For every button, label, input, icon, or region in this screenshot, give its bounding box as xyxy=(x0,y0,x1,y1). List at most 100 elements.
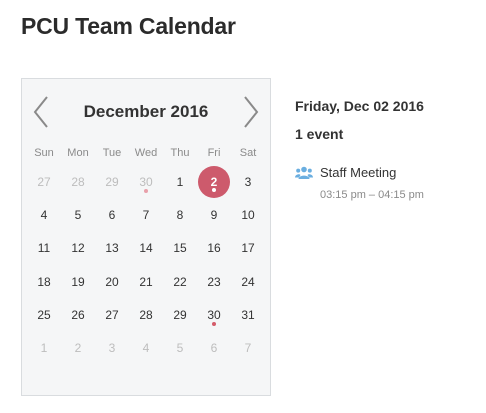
day-number: 3 xyxy=(244,174,252,189)
day-number: 28 xyxy=(139,307,153,322)
calendar-header: December 2016 xyxy=(22,79,270,143)
weekday-label: Mon xyxy=(67,147,89,159)
day-cell[interactable]: 1 xyxy=(27,331,61,364)
day-number: 10 xyxy=(241,207,255,222)
day-cell[interactable]: 17 xyxy=(231,232,265,265)
event-dot-icon xyxy=(212,322,216,327)
day-number: 29 xyxy=(105,174,119,189)
day-number: 12 xyxy=(71,241,85,256)
weekday-label: Sun xyxy=(34,147,54,159)
day-number: 26 xyxy=(71,307,85,322)
day-number: 24 xyxy=(241,274,255,289)
day-cell[interactable]: 11 xyxy=(27,232,61,265)
day-number: 18 xyxy=(37,274,51,289)
day-cell[interactable]: 21 xyxy=(129,265,163,298)
day-number: 6 xyxy=(108,207,116,222)
day-cell[interactable]: 10 xyxy=(231,198,265,231)
day-number: 29 xyxy=(173,307,187,322)
day-cell[interactable]: 3 xyxy=(95,331,129,364)
weekday-label: Tue xyxy=(102,147,122,159)
day-cell[interactable]: 14 xyxy=(129,232,163,265)
chevron-right-icon xyxy=(244,96,259,128)
day-cell[interactable]: 16 xyxy=(197,232,231,265)
day-number: 13 xyxy=(105,241,119,256)
day-cell[interactable]: 7 xyxy=(129,198,163,231)
day-number: 14 xyxy=(139,241,153,256)
day-cell[interactable]: 13 xyxy=(95,232,129,265)
day-cell[interactable]: 26 xyxy=(61,298,95,331)
day-number: 16 xyxy=(207,241,221,256)
day-number: 28 xyxy=(71,174,85,189)
day-cell[interactable]: 24 xyxy=(231,265,265,298)
day-cell[interactable]: 15 xyxy=(163,232,197,265)
day-number: 21 xyxy=(139,274,153,289)
day-number: 23 xyxy=(207,274,221,289)
day-number: 9 xyxy=(210,207,218,222)
day-cell[interactable]: 6 xyxy=(197,331,231,364)
day-cell[interactable]: 29 xyxy=(163,298,197,331)
day-cell[interactable]: 23 xyxy=(197,265,231,298)
day-cell[interactable]: 2 xyxy=(61,331,95,364)
day-cell[interactable]: 25 xyxy=(27,298,61,331)
day-cell[interactable]: 9 xyxy=(197,198,231,231)
day-cell[interactable]: 20 xyxy=(95,265,129,298)
weekday-label: Fri xyxy=(207,147,221,159)
day-number: 27 xyxy=(105,307,119,322)
day-number: 2 xyxy=(198,165,230,198)
day-number: 20 xyxy=(105,274,119,289)
day-number: 22 xyxy=(173,274,187,289)
day-cell[interactable]: 4 xyxy=(129,331,163,364)
day-number: 7 xyxy=(244,341,252,356)
day-cell[interactable]: 6 xyxy=(95,198,129,231)
day-number: 8 xyxy=(176,207,184,222)
day-cell[interactable]: 27 xyxy=(27,165,61,198)
day-cell[interactable]: 12 xyxy=(61,232,95,265)
event-title[interactable]: Staff Meeting xyxy=(320,165,475,180)
day-cell[interactable]: 7 xyxy=(231,331,265,364)
calendar: December 2016 Sun Mon Tue Wed Thu Fri Sat 27 28… xyxy=(21,78,271,396)
day-cell[interactable]: 28 xyxy=(61,165,95,198)
day-number: 6 xyxy=(210,341,218,356)
day-number: 7 xyxy=(142,207,150,222)
weekday-header: Sun Mon Tue Wed Thu Fri Sat xyxy=(27,143,270,163)
day-cell[interactable]: 4 xyxy=(27,198,61,231)
day-cell[interactable]: 30 xyxy=(129,165,163,198)
day-number: 30 xyxy=(139,174,153,189)
day-cell[interactable]: 8 xyxy=(163,198,197,231)
day-cell[interactable]: 19 xyxy=(61,265,95,298)
event-count: 1 event xyxy=(295,126,344,142)
day-cell[interactable]: 1 xyxy=(163,165,197,198)
day-number: 4 xyxy=(40,207,48,222)
day-cell[interactable]: 5 xyxy=(61,198,95,231)
day-cell[interactable]: 5 xyxy=(163,331,197,364)
day-cell[interactable]: 22 xyxy=(163,265,197,298)
selected-date: Friday, Dec 02 2016 xyxy=(295,98,424,114)
day-cell[interactable]: 29 xyxy=(95,165,129,198)
weekday-label: Thu xyxy=(170,147,190,159)
day-number: 5 xyxy=(176,341,184,356)
event-time: 03:15 pm – 04:15 pm xyxy=(320,189,424,201)
day-cell[interactable]: 3 xyxy=(231,165,265,198)
day-number: 3 xyxy=(108,341,116,356)
day-number: 30 xyxy=(207,307,221,322)
event-dot-icon xyxy=(144,189,148,194)
day-cell-selected[interactable]: 2 xyxy=(197,165,231,198)
day-cell[interactable]: 27 xyxy=(95,298,129,331)
event-item[interactable]: Staff Meeting 03:15 pm – 04:15 pm xyxy=(295,165,475,201)
page-title: PCU Team Calendar xyxy=(21,13,236,39)
day-cell[interactable]: 31 xyxy=(231,298,265,331)
weekday-label: Wed xyxy=(134,147,158,159)
day-cell[interactable]: 18 xyxy=(27,265,61,298)
day-cell[interactable]: 30 xyxy=(197,298,231,331)
day-number: 4 xyxy=(142,341,150,356)
month-title: December 2016 xyxy=(83,102,209,121)
day-grid: 27 28 29 30 1 2 3 4 5 6 7 8 9 10 11 12 13 14 15 16 17 18 19 20 2… xyxy=(27,165,270,365)
day-number: 19 xyxy=(71,274,85,289)
next-month-button[interactable] xyxy=(241,95,261,129)
day-number: 25 xyxy=(37,307,51,322)
day-number: 2 xyxy=(74,341,82,356)
day-number: 27 xyxy=(37,174,51,189)
weekday-label: Sat xyxy=(239,147,257,159)
day-cell[interactable]: 28 xyxy=(129,298,163,331)
day-number: 15 xyxy=(173,241,187,256)
